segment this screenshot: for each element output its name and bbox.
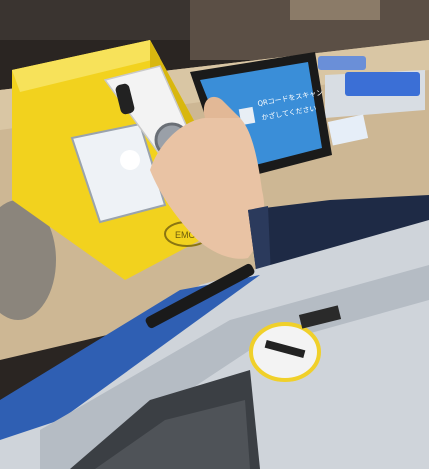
tray — [318, 56, 366, 70]
back-light — [290, 0, 380, 20]
reader-light — [120, 150, 140, 170]
card-reader-screen — [345, 72, 420, 96]
scene: EMO QRコードをスキャン かざしてください — [0, 0, 429, 469]
back-wall — [0, 0, 190, 40]
photo: EMO QRコードをスキャン かざしてください — [0, 0, 429, 469]
